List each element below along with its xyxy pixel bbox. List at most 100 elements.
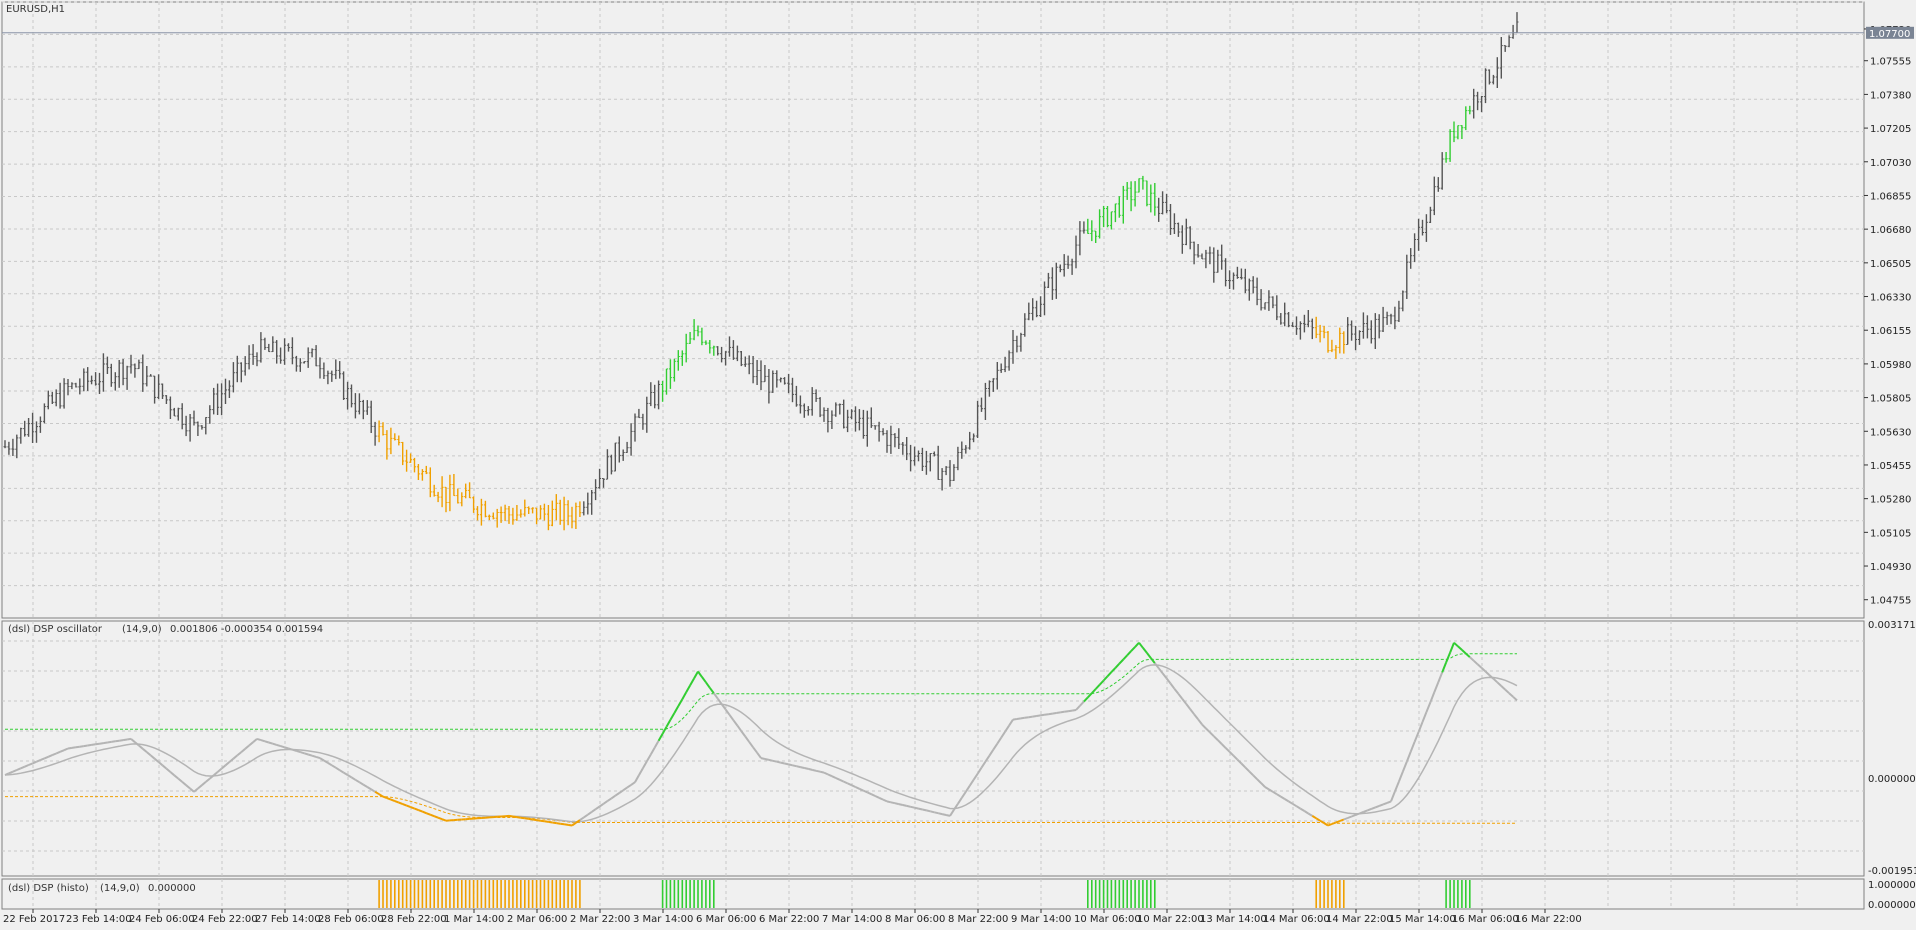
time-axis-label: 28 Feb 06:00 [318, 914, 384, 925]
oscillator-segment [532, 818, 537, 822]
oscillator-segment [937, 812, 943, 816]
oscillator-segment [1355, 812, 1360, 816]
price-axis-label: 1.05980 [1870, 360, 1911, 371]
time-axis-label: 10 Mar 06:00 [1074, 914, 1141, 925]
time-axis-label: 14 Mar 22:00 [1326, 914, 1393, 925]
histo-title: (dsl) DSP (histo) [8, 883, 89, 894]
oscillator-segment [425, 812, 431, 816]
oscillator-segment [1044, 713, 1049, 716]
oscillator-segment [414, 807, 419, 812]
oscillator-segment [516, 816, 521, 819]
time-axis-label: 3 Mar 14:00 [633, 914, 693, 925]
oscillator-segment [941, 813, 947, 816]
price-axis-label: 1.05630 [1870, 427, 1911, 438]
oscillator-segment [784, 762, 789, 766]
oscillator-segment [780, 761, 785, 765]
oscillator-title: (dsl) DSP oscillator [8, 624, 103, 635]
oscillator-segment [272, 742, 277, 746]
main-chart-background [1, 1, 1865, 619]
time-axis-label: 6 Mar 22:00 [759, 914, 819, 925]
oscillator-segment [926, 809, 931, 813]
oscillator-segment [508, 814, 514, 818]
oscillator-segment [1016, 717, 1022, 720]
price-axis-label: 1.07205 [1870, 124, 1911, 135]
price-axis-label: 1.04755 [1870, 596, 1911, 607]
oscillator-segment [560, 822, 565, 826]
histo-params: (14,9,0) [100, 883, 140, 894]
oscillator-segment [1327, 823, 1333, 827]
oscillator-segment [1052, 712, 1057, 715]
oscillator-segment [398, 801, 404, 806]
price-axis-label: 1.07555 [1870, 57, 1911, 68]
price-axis-label: 1.06855 [1870, 191, 1911, 202]
oscillator-segment [536, 819, 541, 822]
oscillator-params: (14,9,0) [122, 624, 162, 635]
oscillator-segment [815, 769, 821, 773]
time-axis-label: 7 Mar 14:00 [822, 914, 882, 925]
time-axis-label: 16 Mar 06:00 [1452, 914, 1519, 925]
oscillator-segment [792, 764, 797, 768]
oscillator-segment [292, 748, 297, 752]
oscillator-segment [410, 806, 415, 810]
histo-axis: 1.000000 0.000000 [1868, 880, 1916, 911]
histo-scale-bottom: 0.000000 [1868, 900, 1916, 911]
oscillator-segment [433, 815, 439, 819]
oscillator-segment [260, 739, 266, 743]
osc-scale-zero: 0.000000 [1868, 774, 1916, 785]
oscillator-segment [934, 811, 939, 815]
time-axis-label: 28 Feb 22:00 [381, 914, 447, 925]
price-axis-label: 1.06155 [1870, 326, 1911, 337]
oscillator-segment [75, 745, 80, 749]
time-axis-label: 24 Feb 22:00 [192, 914, 258, 925]
oscillator-segment [126, 737, 132, 741]
oscillator-segment [512, 815, 518, 819]
oscillator-segment [1367, 807, 1372, 812]
current-price-tag-text: 1.07700 [1869, 29, 1910, 40]
oscillator-segment [811, 768, 817, 772]
oscillator-segment [99, 742, 104, 745]
oscillator-segment [256, 737, 262, 742]
oscillator-segment [386, 797, 392, 801]
oscillator-segment [800, 766, 805, 769]
oscillator-segment [1056, 711, 1061, 714]
oscillator-segment [760, 757, 766, 760]
oscillator-segment [1374, 804, 1380, 809]
oscillator-segment [304, 752, 309, 756]
oscillator-segment [906, 804, 911, 808]
oscillator-segment [1343, 817, 1349, 821]
oscillator-segment [1020, 716, 1025, 720]
time-axis-label: 2 Mar 06:00 [507, 914, 567, 925]
oscillator-segment [91, 743, 96, 746]
oscillator-segment [390, 798, 396, 803]
oscillator-segment [788, 763, 793, 767]
oscillator-segment [429, 813, 435, 818]
time-axis-label: 15 Mar 14:00 [1389, 914, 1456, 925]
price-axis-label: 1.05805 [1870, 394, 1911, 405]
oscillator-segment [894, 802, 900, 806]
oscillator-segment [307, 753, 313, 757]
oscillator-segment [918, 807, 923, 811]
price-axis-label: 1.05455 [1870, 461, 1911, 472]
oscillator-segment [1335, 820, 1341, 824]
time-axis-label: 8 Mar 22:00 [948, 914, 1008, 925]
oscillator-segment [95, 742, 100, 746]
oscillator-segment [544, 820, 549, 823]
oscillator-segment [437, 816, 443, 821]
oscillator-segment [67, 746, 73, 750]
oscillator-segment [107, 740, 112, 744]
time-axis-label: 14 Mar 06:00 [1263, 914, 1330, 925]
oscillator-segment [1067, 709, 1073, 713]
oscillator-background [1, 620, 1865, 877]
price-axis: 1.077201.075551.073801.072051.070301.068… [1864, 25, 1911, 607]
oscillator-segment [548, 820, 553, 824]
oscillator-segment [1012, 718, 1018, 721]
time-axis-label: 13 Mar 14:00 [1200, 914, 1267, 925]
oscillator-axis: 0.003171 0.000000 -0.001951 [1868, 620, 1916, 877]
oscillator-segment [552, 821, 557, 825]
oscillator-segment [115, 739, 120, 743]
oscillator-segment [1351, 814, 1356, 818]
oscillator-segment [556, 822, 561, 825]
oscillator-segment [382, 795, 388, 800]
time-axis-label: 23 Feb 14:00 [66, 914, 132, 925]
oscillator-segment [288, 747, 293, 751]
